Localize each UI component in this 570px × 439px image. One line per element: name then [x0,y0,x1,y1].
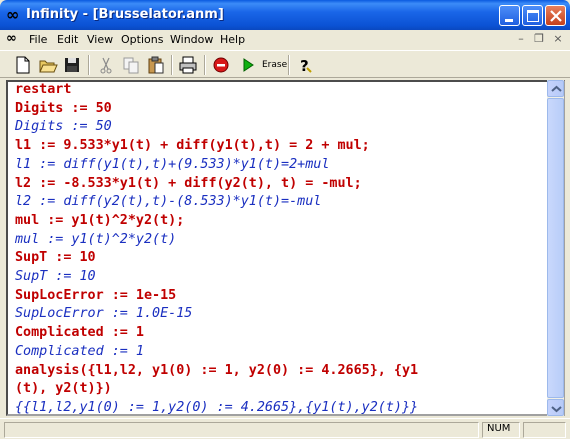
maximize-icon [527,10,539,22]
mdi-minimize-icon[interactable]: – [514,32,528,46]
output-line[interactable]: l2 := diff(y2(t),t)-(8.533)*y1(t)=-mul [15,194,321,209]
command-line[interactable]: mul := y1(t)^2*y2(t); [15,213,184,228]
save-disk-icon[interactable] [61,54,83,76]
menu-file[interactable]: File [29,33,47,46]
svg-text:?: ? [300,57,309,75]
close-button[interactable] [545,5,566,26]
command-line[interactable]: restart [15,82,71,97]
num-lock-indicator: NUM [487,423,511,434]
output-line[interactable]: SupT := 10 [15,269,96,284]
menu-view[interactable]: View [87,33,113,46]
window-title: Infinity - [Brusselator.anm] [26,7,224,22]
mdi-restore-icon[interactable]: ❐ [532,32,546,46]
maximize-button[interactable] [522,5,543,26]
open-folder-icon[interactable] [37,54,59,76]
mdi-close-icon[interactable]: × [551,32,565,46]
scroll-thumb[interactable] [547,98,564,398]
status-pane-main [4,422,479,438]
command-line[interactable]: l1 := 9.533*y1(t) + diff(y1(t),t) = 2 + … [15,138,370,153]
menu-help[interactable]: Help [220,33,245,46]
worksheet-editor[interactable]: restart Digits := 50 Digits := 50 l1 := 9.5… [6,80,565,416]
infinity-icon: ∞ [6,5,20,24]
toolbar-separator [204,55,206,75]
copy-icon[interactable] [120,54,142,76]
command-line[interactable]: Digits := 50 [15,101,112,116]
minimize-icon [505,19,513,22]
command-line[interactable]: Complicated := 1 [15,325,144,340]
close-icon [550,10,562,22]
output-line[interactable]: mul := y1(t)^2*y2(t) [15,232,176,247]
toolbar-separator [288,55,290,75]
cut-icon[interactable] [95,54,117,76]
output-line[interactable]: l1 := diff(y1(t),t)+(9.533)*y1(t)=2+mul [15,157,329,172]
command-line[interactable]: SupT := 10 [15,250,96,265]
run-icon[interactable] [237,54,259,76]
scroll-down-button[interactable] [547,399,564,416]
title-bar[interactable]: ∞ Infinity - [Brusselator.anm] [0,0,570,30]
menu-options[interactable]: Options [121,33,163,46]
menu-bar: ∞ File Edit View Options Window Help – ❐… [0,30,570,49]
command-line[interactable]: l2 := -8.533*y1(t) + diff(y2(t), t) = -m… [15,176,362,191]
menu-edit[interactable]: Edit [57,33,78,46]
infinity-icon[interactable]: ∞ [6,32,17,46]
paste-icon[interactable] [145,54,167,76]
output-line[interactable]: {{l1,l2,y1(0) := 1,y2(0) := 4.2665},{y1(… [15,400,418,414]
print-icon[interactable] [177,54,199,76]
output-line[interactable]: Digits := 50 [15,119,112,134]
status-bar: NUM [0,418,570,439]
vertical-scrollbar[interactable] [547,80,564,416]
chevron-down-icon [551,406,562,413]
toolbar-separator [88,55,90,75]
new-document-icon[interactable] [12,54,34,76]
stop-icon[interactable] [210,54,232,76]
toolbar: Erase ? [0,50,570,78]
command-line[interactable]: (t), y2(t)}) [15,381,112,396]
toolbar-separator [171,55,173,75]
scroll-up-button[interactable] [547,80,564,97]
erase-button[interactable]: Erase [262,60,287,70]
minimize-button[interactable] [499,5,520,26]
command-line[interactable]: analysis({l1,l2, y1(0) := 1, y2(0) := 4.… [15,363,418,378]
command-line[interactable]: SupLocError := 1e-15 [15,288,176,303]
menu-window[interactable]: Window [170,33,213,46]
help-icon[interactable]: ? [294,54,316,76]
status-pane-extra [523,422,566,438]
chevron-up-icon [551,85,562,92]
output-line[interactable]: Complicated := 1 [15,344,144,359]
output-line[interactable]: SupLocError := 1.0E-15 [15,306,192,321]
